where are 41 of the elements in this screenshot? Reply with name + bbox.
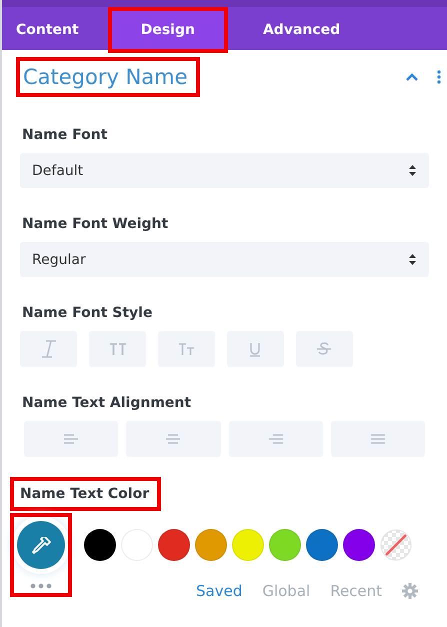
more-icon[interactable] [30,583,52,589]
align-left-icon [64,434,78,444]
style-button[interactable] [158,331,215,367]
color-swatch[interactable] [158,529,190,561]
no-color-swatch[interactable] [380,529,412,561]
field-label: Name Font Style [21,304,154,323]
align-button[interactable] [24,421,118,457]
field-label: Name Font [21,126,108,145]
align-button[interactable] [330,421,425,457]
eyedropper-button[interactable] [17,521,65,569]
sort-arrows-icon [408,253,417,266]
tab[interactable]: Design [110,10,225,50]
style-button[interactable] [20,331,77,367]
color-swatch[interactable] [306,529,338,561]
select-field[interactable]: Regular [20,242,429,277]
style-button[interactable] [296,331,353,367]
chevron-icon[interactable] [405,71,419,83]
more-icon[interactable] [437,70,441,84]
eyedropper-icon [32,536,50,554]
select-field[interactable]: Default [20,153,429,188]
field-label: Name Text Color [10,477,162,511]
sort-arrows-icon [408,164,417,177]
uppercase-icon [108,340,128,358]
tab[interactable]: Advanced [252,10,350,50]
settings-icon[interactable] [402,583,418,599]
color-swatch[interactable] [343,529,375,561]
field-label: Name Font Weight [21,215,170,234]
style-button[interactable] [89,331,146,367]
field-label: Name Text Alignment [21,394,192,413]
tab[interactable]: Content [6,10,89,50]
color-swatch[interactable] [269,529,301,561]
align-button[interactable] [126,421,220,457]
align-button[interactable] [228,421,323,457]
align-right-icon [268,434,283,444]
palette-tab[interactable]: Saved [196,582,242,600]
color-swatch[interactable] [232,529,264,561]
color-swatch[interactable] [84,529,116,561]
color-swatch[interactable] [195,529,227,561]
style-button[interactable] [227,331,284,367]
align-justify-icon [370,434,385,444]
align-center-icon [166,434,180,444]
